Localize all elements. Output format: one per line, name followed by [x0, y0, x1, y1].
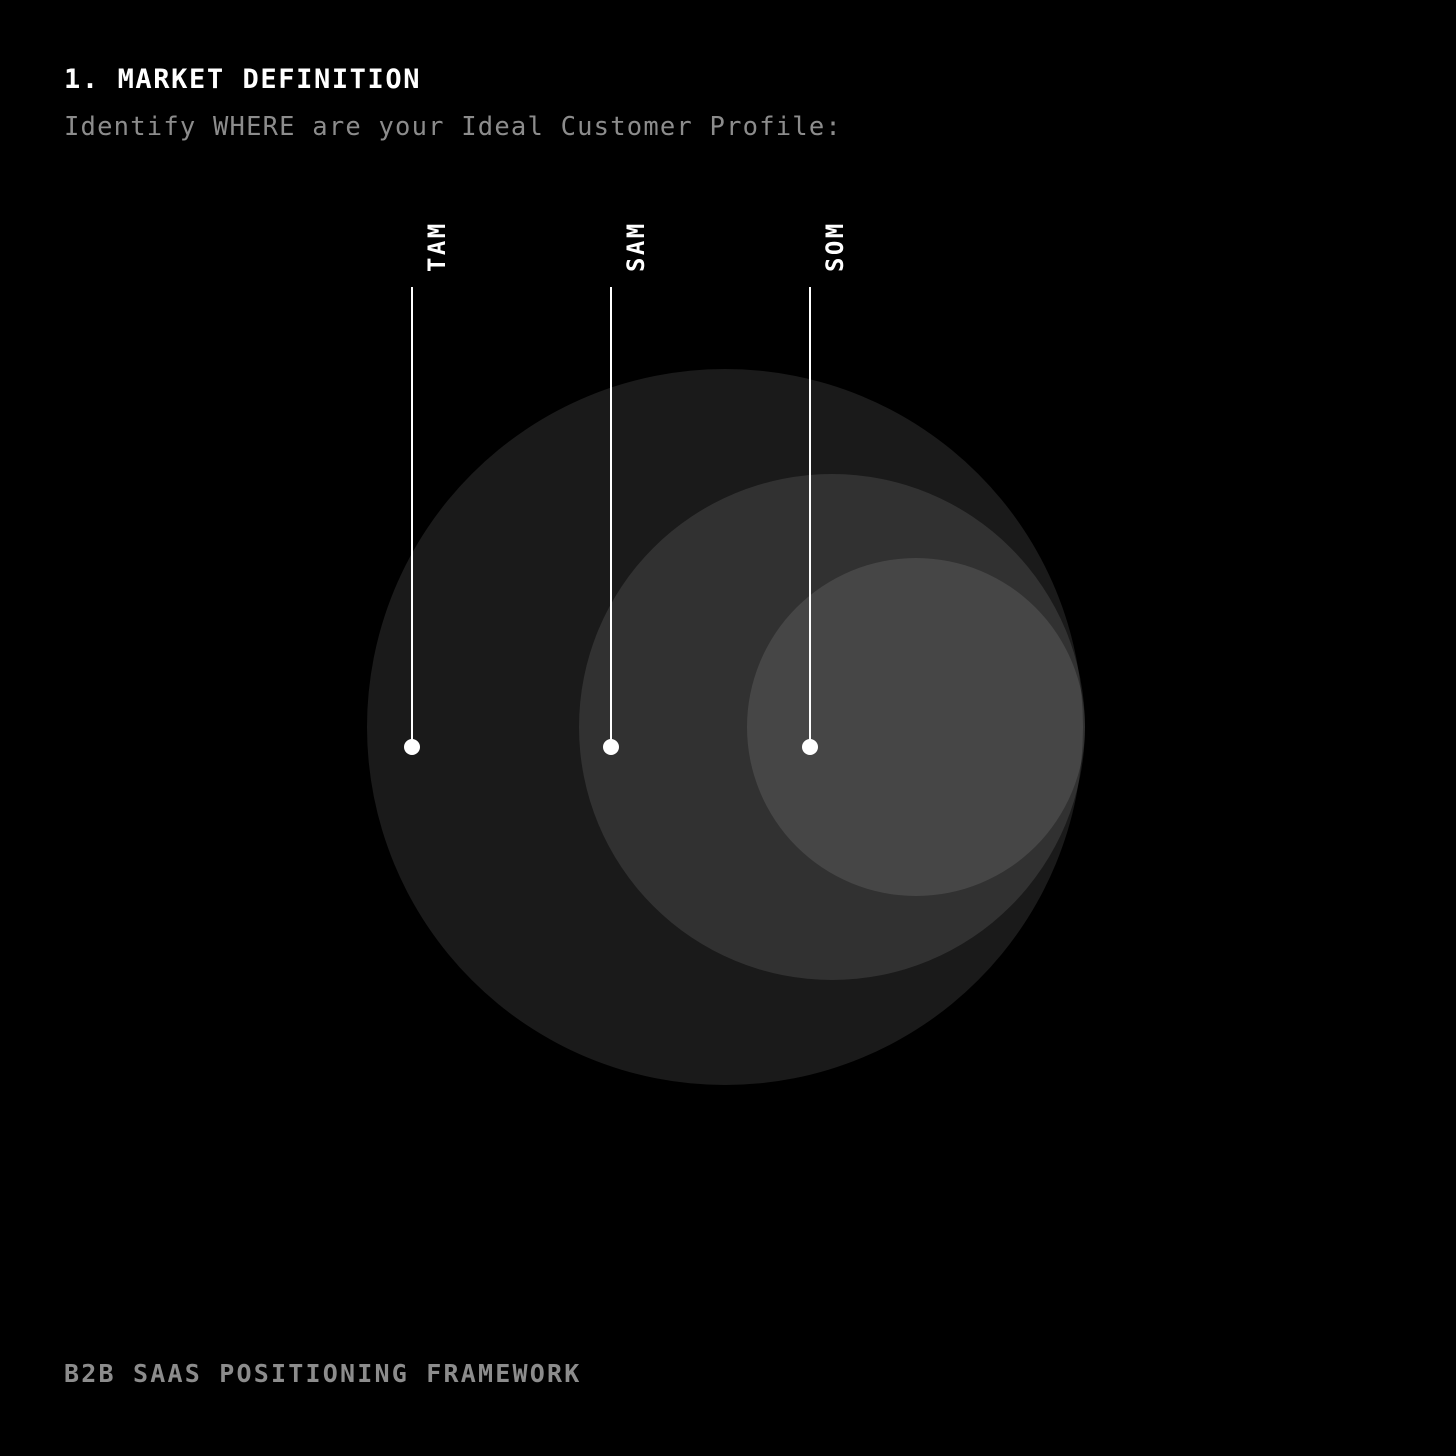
leader-dot-som	[802, 739, 818, 755]
leader-label-tam: TAM	[423, 221, 451, 272]
venn-circle-som	[747, 558, 1085, 896]
leader-line-tam	[411, 287, 413, 747]
leader-label-som: SOM	[821, 221, 849, 272]
slide-canvas: 1. MARKET DEFINITION Identify WHERE are …	[0, 0, 1456, 1456]
venn-diagram: TAM SAM SOM	[0, 0, 1456, 1456]
leader-dot-tam	[404, 739, 420, 755]
leader-line-som	[809, 287, 811, 747]
leader-label-sam: SAM	[622, 221, 650, 272]
footer-caption: B2B SAAS POSITIONING FRAMEWORK	[64, 1359, 582, 1388]
leader-dot-sam	[603, 739, 619, 755]
leader-line-sam	[610, 287, 612, 747]
